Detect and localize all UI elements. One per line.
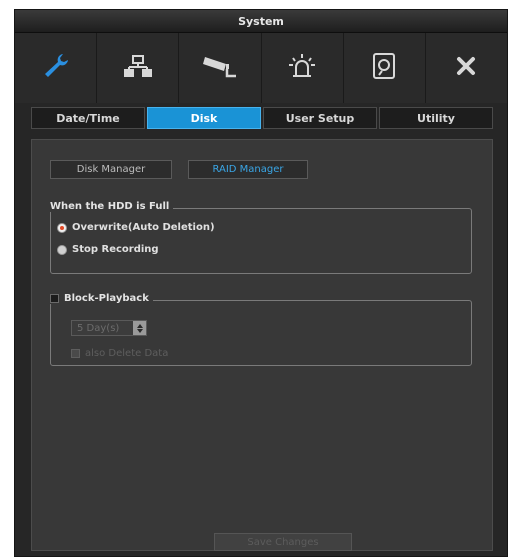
chevron-up-icon [136, 323, 143, 328]
tab-user-setup[interactable]: User Setup [263, 107, 377, 129]
block-playback-header: Block-Playback [50, 293, 153, 304]
toolbar-network[interactable] [97, 33, 180, 103]
save-changes-button[interactable]: Save Changes [214, 533, 352, 551]
hdd-full-title: When the HDD is Full [50, 201, 174, 212]
disk-panel: Disk Manager RAID Manager When the HDD i… [31, 139, 493, 551]
delete-data-option[interactable]: also Delete Data [71, 348, 168, 359]
raid-manager-button[interactable]: RAID Manager [188, 160, 308, 179]
close-icon [455, 55, 477, 81]
duration-value: 5 Day(s) [77, 322, 120, 334]
toolbar-camera[interactable] [179, 33, 262, 103]
overwrite-option[interactable]: Overwrite(Auto Deletion) [57, 222, 215, 233]
tab-date-time[interactable]: Date/Time [31, 107, 145, 129]
stop-recording-option[interactable]: Stop Recording [57, 244, 159, 255]
overwrite-radio[interactable] [57, 222, 67, 233]
toolbar-general[interactable] [15, 33, 98, 103]
subtab-bar: Disk Manager RAID Manager [50, 160, 308, 179]
toolbar-alarm[interactable] [262, 33, 344, 103]
tab-bar: Date/Time Disk User Setup Utility [31, 107, 493, 129]
hdd-full-group: When the HDD is Full Overwrite(Auto Dele… [50, 201, 472, 274]
disk-manager-button[interactable]: Disk Manager [50, 160, 172, 179]
toolbar-disk[interactable] [344, 33, 426, 103]
block-playback-checkbox[interactable] [50, 294, 59, 303]
toolbar [15, 33, 507, 103]
block-playback-group: Block-Playback 5 Day(s) also Delete Data [50, 293, 472, 366]
system-window: System Date/Time Disk User Setup Utility… [14, 9, 508, 557]
tab-disk[interactable]: Disk [147, 107, 261, 129]
disk-icon [371, 52, 397, 84]
stepper-arrows[interactable] [133, 321, 146, 335]
stop-recording-label: Stop Recording [72, 244, 159, 255]
overwrite-label: Overwrite(Auto Deletion) [72, 222, 215, 233]
duration-stepper[interactable]: 5 Day(s) [71, 320, 147, 336]
wrench-icon [41, 51, 71, 85]
camera-icon [202, 51, 238, 85]
toolbar-close[interactable] [426, 33, 507, 103]
delete-data-checkbox[interactable] [71, 349, 80, 358]
delete-data-label: also Delete Data [85, 348, 169, 359]
window-title: System [15, 10, 507, 33]
block-playback-title: Block-Playback [64, 293, 149, 304]
tab-utility[interactable]: Utility [379, 107, 493, 129]
chevron-down-icon [136, 328, 143, 333]
network-icon [123, 51, 153, 85]
alarm-icon [287, 51, 317, 85]
stop-recording-radio[interactable] [57, 244, 67, 255]
